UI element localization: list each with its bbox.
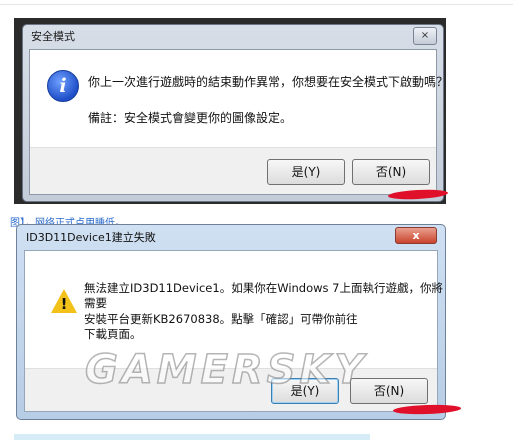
no-button[interactable]: 否(N) (352, 159, 430, 185)
dialog-message-line: 需要 (84, 296, 107, 310)
warning-icon-mark: ! (60, 295, 68, 313)
top-divider (0, 4, 513, 5)
bottom-bar (14, 434, 370, 440)
info-icon: i (47, 70, 79, 102)
dialog-message-line: 安裝平台更新KB2670838。點擊「確認」可帶你前往 (84, 312, 358, 326)
screenshot-safe-mode: CALL·DUTY B Tr 安全模式 × i 你上一次進行遊戲時的結束動作異常… (14, 18, 446, 204)
dialog-note: 備註：安全模式會變更你的圖像設定。 (88, 111, 293, 125)
dialog-message-line: 下載頁面。 (84, 327, 142, 341)
safe-mode-dialog: 安全模式 × i 你上一次進行遊戲時的結束動作異常，你想要在安全模式下啟動嗎？ … (22, 24, 446, 202)
yes-button[interactable]: 是(Y) (267, 159, 345, 185)
button-bar: 是(Y) 否(N) (30, 147, 436, 194)
dialog-message-line: 無法建立ID3D11Device1。如果你在Windows 7上面執行遊戲，你將 (84, 281, 444, 295)
gamersky-watermark: GAMERSKY (84, 346, 368, 394)
dialog-body: i 你上一次進行遊戲時的結束動作異常，你想要在安全模式下啟動嗎？ 備註：安全模式… (29, 49, 446, 195)
close-button[interactable]: x (395, 227, 437, 244)
dialog-title: 安全模式 (31, 30, 75, 43)
dialog-title: ID3D11Device1建立失敗 (26, 231, 156, 244)
close-button[interactable]: × (413, 27, 437, 45)
dialog-message: 你上一次進行遊戲時的結束動作異常，你想要在安全模式下啟動嗎？ (88, 75, 446, 89)
